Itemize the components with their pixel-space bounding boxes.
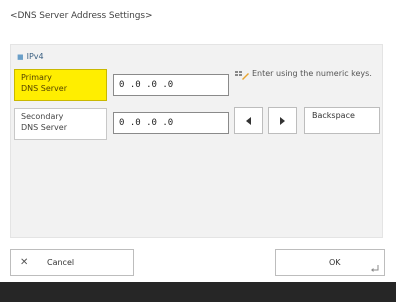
ok-label: OK [329, 258, 341, 267]
numeric-keypad-icon [235, 71, 249, 80]
cursor-left-button[interactable] [234, 107, 263, 134]
bullet-icon: ■ [17, 53, 24, 61]
footer-bar [0, 282, 396, 302]
cancel-button[interactable]: ✕ Cancel [10, 249, 134, 276]
section-header: ■ IPv4 [17, 52, 44, 61]
arrow-right-icon [280, 116, 285, 125]
backspace-button[interactable]: Backspace [304, 107, 380, 134]
primary-dns-label-button[interactable]: Primary DNS Server [14, 69, 107, 101]
ok-button[interactable]: OK [275, 249, 385, 276]
secondary-dns-input[interactable]: 0 .0 .0 .0 [113, 112, 229, 134]
section-header-label: IPv4 [26, 52, 44, 61]
page-title: <DNS Server Address Settings> [10, 11, 153, 21]
cursor-right-button[interactable] [268, 107, 297, 134]
primary-dns-input[interactable]: 0 .0 .0 .0 [113, 74, 229, 96]
secondary-dns-label-button[interactable]: Secondary DNS Server [14, 108, 107, 140]
hint-text: Enter using the numeric keys. [252, 69, 372, 78]
arrow-left-icon [246, 116, 251, 125]
enter-icon [371, 265, 379, 272]
cancel-label: Cancel [47, 258, 75, 267]
close-icon: ✕ [20, 257, 29, 268]
